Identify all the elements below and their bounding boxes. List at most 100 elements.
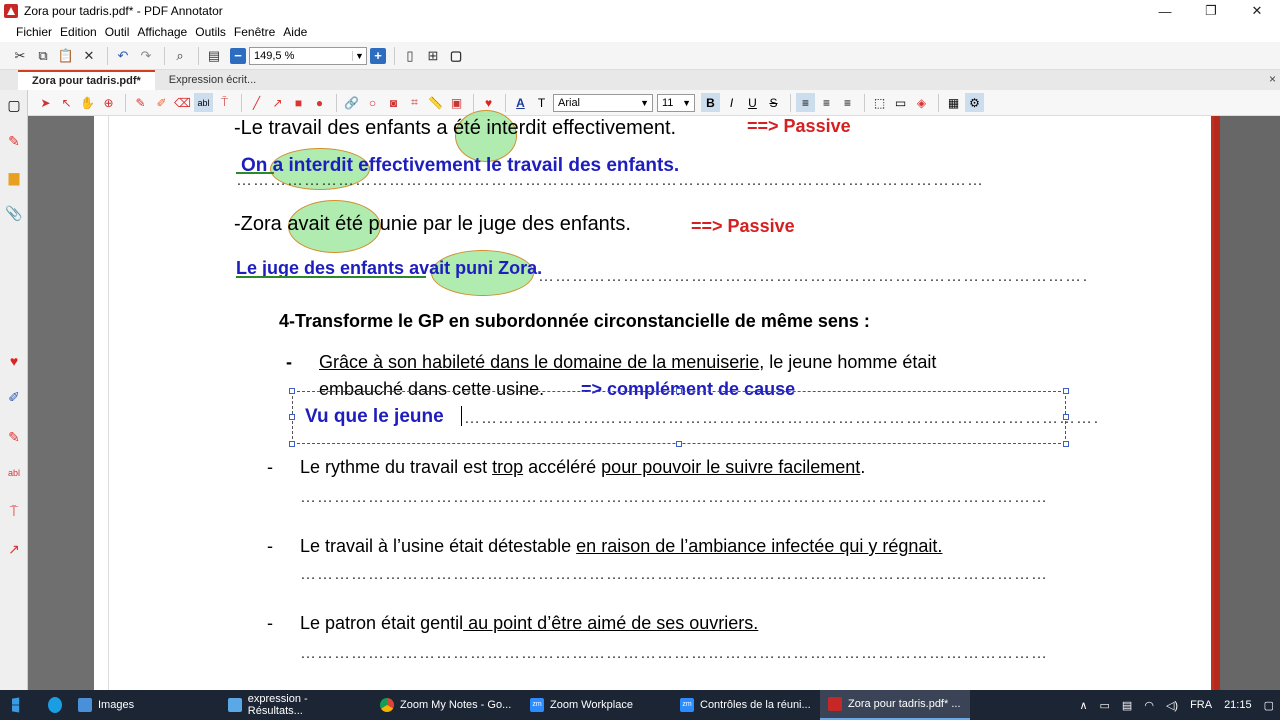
pdf-annotator-icon <box>828 697 842 711</box>
zoom-in-button[interactable]: + <box>370 47 386 64</box>
taskbar-label: expression - Résultats... <box>247 693 308 717</box>
chevron-up-icon[interactable]: ∧ <box>1079 699 1087 712</box>
delete-icon[interactable]: ✕ <box>79 46 99 66</box>
properties-icon[interactable]: ▦ <box>944 93 963 112</box>
line-icon[interactable]: ╱ <box>247 93 266 112</box>
pen-icon[interactable]: ✎ <box>131 93 150 112</box>
clock[interactable]: 21:15 <box>1224 699 1252 711</box>
taskbar-expression[interactable]: expression - Résultats... <box>220 690 372 720</box>
paste-icon[interactable]: 📋 <box>56 46 76 66</box>
border-style-icon[interactable]: ⬚ <box>870 93 889 112</box>
text-box-icon[interactable]: abl <box>194 93 213 112</box>
pin-toolbar-icon[interactable]: ⚙ <box>965 93 984 112</box>
menu-edition[interactable]: Edition <box>60 25 97 39</box>
taskbar-zoom-controls[interactable]: zm Contrôles de la réuni... <box>672 690 820 720</box>
pen-tool-icon[interactable]: ✎ <box>5 132 23 150</box>
volume-icon[interactable]: ◁) <box>1166 699 1178 712</box>
menu-fichier[interactable]: Fichier <box>16 25 52 39</box>
highlighter-icon[interactable]: ✐ <box>152 93 171 112</box>
notification-icon[interactable]: ▢ <box>1264 699 1274 712</box>
menu-aide[interactable]: Aide <box>283 25 307 39</box>
fit-width-icon[interactable]: ⊞ <box>423 46 443 66</box>
redo-icon[interactable]: ↷ <box>136 46 156 66</box>
zoom-icon: zm <box>680 698 694 712</box>
taskbar-pdf-annotator[interactable]: Zora pour tadris.pdf* ... <box>820 690 970 720</box>
camera-icon[interactable]: ◙ <box>384 93 403 112</box>
arrow-icon[interactable]: ↗ <box>268 93 287 112</box>
menu-outils[interactable]: Outils <box>195 25 226 39</box>
stamp-icon[interactable]: ⍑ <box>215 93 234 112</box>
text-tool-icon[interactable]: abl <box>5 464 23 482</box>
minimize-button[interactable]: — <box>1142 0 1188 22</box>
close-tab-icon[interactable]: × <box>1269 72 1276 86</box>
tab-expression-ecrit[interactable]: Expression écrit... <box>155 70 281 90</box>
menu-outil[interactable]: Outil <box>105 25 130 39</box>
binoculars-icon[interactable]: ⌕ <box>170 46 190 66</box>
menu-affichage[interactable]: Affichage <box>137 25 187 39</box>
select-text-icon[interactable]: ↖ <box>57 93 76 112</box>
select-pointer-icon[interactable]: ➤ <box>36 93 55 112</box>
start-button[interactable] <box>0 690 40 720</box>
rectangle-icon[interactable]: ■ <box>289 93 308 112</box>
undo-icon[interactable]: ↶ <box>113 46 133 66</box>
folder-icon[interactable]: ▆ <box>5 168 23 186</box>
taskbar-label: Zora pour tadris.pdf* ... <box>848 698 961 710</box>
hand-icon[interactable]: ✋ <box>78 93 97 112</box>
answer-text-box[interactable]: Vu que le jeune <box>305 406 444 428</box>
resize-handle[interactable] <box>676 441 682 447</box>
font-size-select[interactable]: 11 ▼ <box>657 93 695 112</box>
align-center-icon[interactable]: ≡ <box>817 93 836 112</box>
align-left-icon[interactable]: ≡ <box>796 93 815 112</box>
taskbar-images[interactable]: Images <box>70 690 220 720</box>
resize-handle[interactable] <box>676 388 682 394</box>
folder-tray-icon[interactable]: ▤ <box>1122 699 1132 712</box>
crop-icon[interactable]: ⌗ <box>405 93 424 112</box>
fit-page-icon[interactable]: ▯ <box>400 46 420 66</box>
maximize-button[interactable]: ❐ <box>1188 0 1234 22</box>
attachment-icon[interactable]: 📎 <box>5 204 23 222</box>
arrow-tool-icon[interactable]: ↗ <box>5 540 23 558</box>
ellipse-icon[interactable]: ● <box>310 93 329 112</box>
resize-handle[interactable] <box>289 388 295 394</box>
marker-tool-icon[interactable]: ✎ <box>5 428 23 446</box>
insert-image-icon[interactable]: ▣ <box>447 93 466 112</box>
eraser-icon[interactable]: ⌫ <box>173 93 192 112</box>
page-view-icon[interactable]: ▢ <box>5 96 23 114</box>
taskbar-edge[interactable] <box>40 690 70 720</box>
highlighter-tool-icon[interactable]: ✐ <box>5 388 23 406</box>
stamp-tool-icon[interactable]: ⍑ <box>5 502 23 520</box>
border-color-icon[interactable]: ▭ <box>891 93 910 112</box>
zoom-out-button[interactable]: − <box>230 47 246 64</box>
copy-icon[interactable]: ⧉ <box>33 46 53 66</box>
ruler-icon[interactable]: 📏 <box>426 93 445 112</box>
taskbar-chrome[interactable]: Zoom My Notes - Go... <box>372 690 522 720</box>
wifi-icon[interactable]: ◠ <box>1144 699 1154 712</box>
answer-line: …………………………………………………………………………………………………………… <box>236 172 984 189</box>
favorites-icon[interactable]: ♥ <box>5 352 23 370</box>
battery-icon[interactable]: ▭ <box>1100 699 1110 712</box>
fill-color-icon[interactable]: ◈ <box>912 93 931 112</box>
link-icon[interactable]: 🔗 <box>342 93 361 112</box>
font-select[interactable]: Arial ▼ <box>553 93 653 112</box>
tab-zora-pdf[interactable]: Zora pour tadris.pdf* <box>18 70 155 90</box>
strikethrough-icon[interactable]: S <box>764 93 783 112</box>
resize-handle[interactable] <box>1063 388 1069 394</box>
underline-icon[interactable]: U <box>743 93 762 112</box>
menu-fenetre[interactable]: Fenêtre <box>234 25 275 39</box>
bold-icon[interactable]: B <box>701 93 720 112</box>
zoom-select[interactable]: 149,5 % ▼ <box>249 46 367 65</box>
language-indicator[interactable]: FRA <box>1190 699 1212 711</box>
resize-handle[interactable] <box>289 414 295 420</box>
italic-icon[interactable]: I <box>722 93 741 112</box>
font-color-icon[interactable]: A <box>511 93 530 112</box>
align-right-icon[interactable]: ≡ <box>838 93 857 112</box>
close-button[interactable]: ✕ <box>1234 0 1280 22</box>
zoom-icon[interactable]: ⊕ <box>99 93 118 112</box>
full-screen-icon[interactable]: ▢ <box>446 46 466 66</box>
resize-handle[interactable] <box>289 441 295 447</box>
comment-icon[interactable]: ○ <box>363 93 382 112</box>
cut-icon[interactable]: ✂ <box>10 46 30 66</box>
view-options-icon[interactable]: ▤ <box>204 46 224 66</box>
taskbar-zoom-workplace[interactable]: zm Zoom Workplace <box>522 690 672 720</box>
resize-handle[interactable] <box>1063 441 1069 447</box>
